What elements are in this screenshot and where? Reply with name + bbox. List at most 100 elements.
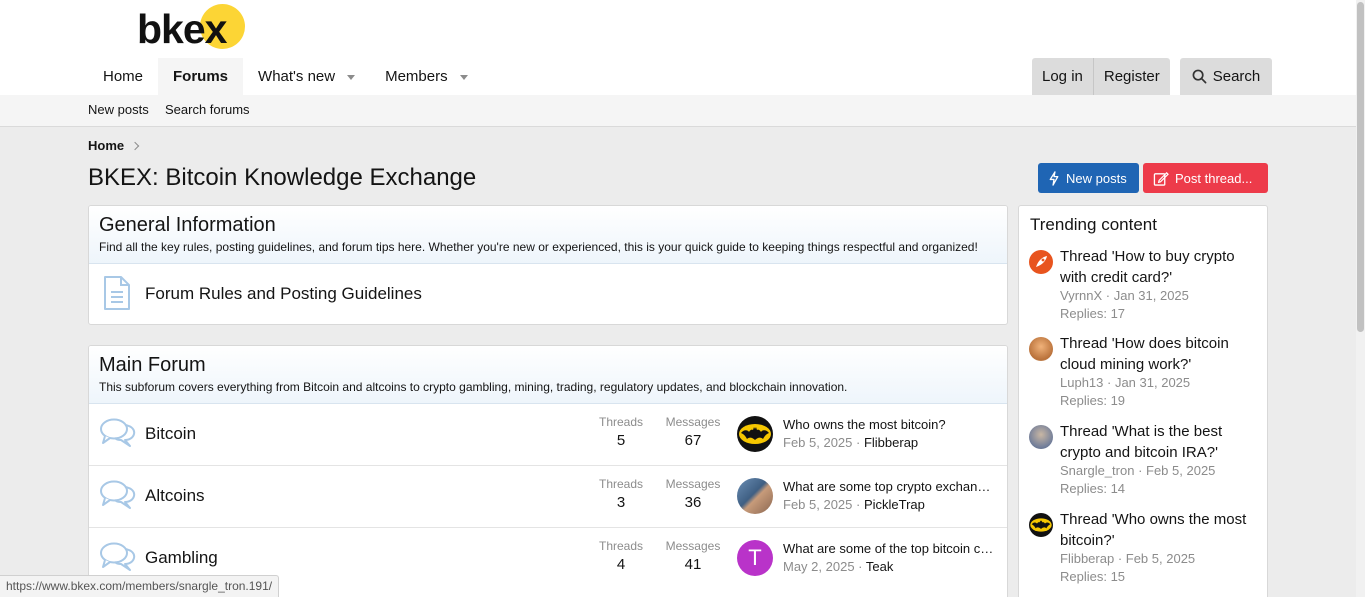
site-header: bkex Home Forums What's new Members Log … bbox=[0, 0, 1356, 95]
subnav-new-posts[interactable]: New posts bbox=[88, 102, 149, 117]
trending-user[interactable]: VyrnnX bbox=[1060, 288, 1102, 303]
node-title[interactable]: Gambling bbox=[145, 548, 218, 568]
search-button[interactable]: Search bbox=[1179, 58, 1273, 95]
caret-down-icon[interactable] bbox=[347, 74, 356, 80]
latest-user[interactable]: Teak bbox=[866, 559, 893, 574]
photo-avatar[interactable] bbox=[737, 478, 773, 514]
search-label: Search bbox=[1212, 68, 1261, 85]
messages-label: Messages bbox=[665, 415, 721, 429]
site-logo[interactable]: bkex bbox=[137, 4, 245, 52]
register-button[interactable]: Register bbox=[1093, 58, 1170, 95]
threads-count: 3 bbox=[616, 494, 626, 511]
trending-user[interactable]: Luph13 bbox=[1060, 375, 1103, 390]
trending-content: Trending content Thread 'How to buy cryp… bbox=[1018, 205, 1268, 597]
chat-bubbles-icon bbox=[100, 542, 136, 571]
latest-user[interactable]: Flibberap bbox=[864, 435, 918, 450]
post-thread-button[interactable]: Post thread... bbox=[1143, 163, 1268, 193]
latest-date[interactable]: Feb 5, 2025 bbox=[783, 497, 852, 512]
avatar-letter: T bbox=[748, 545, 762, 570]
trending-date[interactable]: Jan 31, 2025 bbox=[1114, 288, 1189, 303]
nav-tab-forums[interactable]: Forums bbox=[158, 58, 244, 95]
avatar[interactable] bbox=[1029, 425, 1053, 449]
block-header: General Information Find all the key rul… bbox=[89, 206, 1007, 264]
auth-group: Log in Register Search bbox=[1032, 58, 1273, 95]
breadcrumb-home[interactable]: Home bbox=[88, 138, 124, 153]
messages-count: 67 bbox=[684, 432, 702, 449]
new-posts-button[interactable]: New posts bbox=[1038, 163, 1139, 193]
latest-user[interactable]: PickleTrap bbox=[864, 497, 925, 512]
page-scrollbar[interactable] bbox=[1356, 0, 1365, 597]
edit-icon bbox=[1153, 171, 1169, 186]
subnav-search-forums[interactable]: Search forums bbox=[165, 102, 250, 117]
trending-user[interactable]: Flibberap bbox=[1060, 551, 1114, 566]
trending-thread-title[interactable]: Thread 'What is the best crypto and bitc… bbox=[1060, 421, 1260, 463]
new-posts-label: New posts bbox=[1066, 170, 1127, 186]
batman-avatar[interactable] bbox=[1029, 513, 1053, 537]
avatar[interactable] bbox=[1029, 250, 1053, 274]
trending-date[interactable]: Feb 5, 2025 bbox=[1126, 551, 1195, 566]
block-title[interactable]: Main Forum bbox=[99, 354, 997, 377]
forum-node-altcoins: Altcoins Threads 3 Messages 36 What are so… bbox=[89, 466, 1007, 528]
trending-user[interactable]: Snargle_tron bbox=[1060, 463, 1134, 478]
forum-node-bitcoin: Bitcoin Threads 5 Messages 67 Who owns the… bbox=[89, 404, 1007, 466]
search-icon bbox=[1192, 69, 1207, 84]
messages-stat: Messages 41 bbox=[663, 539, 723, 573]
nav-tab-home[interactable]: Home bbox=[88, 58, 158, 95]
chat-bubbles-icon bbox=[100, 418, 136, 447]
general-information-block: General Information Find all the key rul… bbox=[88, 205, 1008, 325]
node-title[interactable]: Forum Rules and Posting Guidelines bbox=[145, 284, 422, 304]
trending-replies: Replies: 15 bbox=[1060, 569, 1126, 584]
logo-text: bkex bbox=[137, 6, 227, 52]
threads-count: 4 bbox=[616, 556, 626, 573]
nav-tab-whats-new[interactable]: What's new bbox=[243, 58, 370, 95]
login-button[interactable]: Log in bbox=[1032, 58, 1094, 95]
trending-replies: Replies: 17 bbox=[1060, 306, 1126, 321]
main-nav: Home Forums What's new Members bbox=[88, 58, 483, 95]
trending-thread-title[interactable]: Thread 'Who owns the most bitcoin?' bbox=[1060, 509, 1260, 551]
latest-thread-title[interactable]: What are some of the top bitcoin casinos… bbox=[783, 541, 995, 556]
block-title[interactable]: General Information bbox=[99, 214, 997, 237]
latest-thread-meta: Feb 5, 2025 · Flibberap bbox=[783, 435, 919, 450]
threads-label: Threads bbox=[598, 415, 644, 429]
trending-meta: Flibberap · Feb 5, 2025 bbox=[1060, 551, 1196, 566]
page-title: BKEX: Bitcoin Knowledge Exchange bbox=[88, 164, 477, 191]
threads-label: Threads bbox=[598, 539, 644, 553]
node-title[interactable]: Altcoins bbox=[145, 486, 205, 506]
letter-avatar[interactable]: T bbox=[737, 540, 773, 576]
trending-meta: Snargle_tron · Feb 5, 2025 bbox=[1060, 463, 1216, 478]
avatar[interactable] bbox=[1029, 337, 1053, 361]
rocket-icon bbox=[1036, 256, 1047, 267]
trending-meta: Luph13 · Jan 31, 2025 bbox=[1060, 375, 1191, 390]
trending-date[interactable]: Feb 5, 2025 bbox=[1146, 463, 1215, 478]
trending-replies: Replies: 19 bbox=[1060, 393, 1126, 408]
browser-status-url: https://www.bkex.com/members/snargle_tro… bbox=[0, 575, 280, 597]
messages-label: Messages bbox=[665, 539, 721, 553]
nav-tab-label: Forums bbox=[173, 68, 229, 85]
block-header: Main Forum This subforum covers everythi… bbox=[89, 346, 1007, 404]
threads-count: 5 bbox=[616, 432, 626, 449]
trending-thread-title[interactable]: Thread 'How does bitcoin cloud mining wo… bbox=[1060, 333, 1260, 375]
trending-thread-title[interactable]: Thread 'How to buy crypto with credit ca… bbox=[1060, 246, 1260, 288]
chat-bubbles-icon bbox=[100, 480, 136, 509]
scrollbar-thumb[interactable] bbox=[1357, 2, 1364, 332]
messages-stat: Messages 36 bbox=[663, 477, 723, 511]
trending-date[interactable]: Jan 31, 2025 bbox=[1115, 375, 1190, 390]
threads-label: Threads bbox=[598, 477, 644, 491]
breadcrumb: Home bbox=[88, 138, 140, 153]
block-description: This subforum covers everything from Bit… bbox=[99, 380, 848, 394]
sub-nav: New posts Search forums bbox=[0, 95, 1356, 127]
batman-logo-icon bbox=[1030, 518, 1052, 532]
latest-thread-title[interactable]: What are some top crypto exchanges? bbox=[783, 479, 995, 494]
caret-down-icon[interactable] bbox=[459, 74, 468, 80]
messages-label: Messages bbox=[665, 477, 721, 491]
latest-date[interactable]: Feb 5, 2025 bbox=[783, 435, 852, 450]
chevron-right-icon bbox=[130, 141, 140, 150]
nav-tab-label: Members bbox=[385, 68, 448, 85]
document-icon bbox=[104, 276, 130, 310]
latest-thread-title[interactable]: Who owns the most bitcoin? bbox=[783, 417, 995, 432]
messages-count: 36 bbox=[684, 494, 702, 511]
nav-tab-members[interactable]: Members bbox=[370, 58, 483, 95]
batman-avatar[interactable] bbox=[737, 416, 773, 452]
node-title[interactable]: Bitcoin bbox=[145, 424, 196, 444]
latest-date[interactable]: May 2, 2025 bbox=[783, 559, 855, 574]
